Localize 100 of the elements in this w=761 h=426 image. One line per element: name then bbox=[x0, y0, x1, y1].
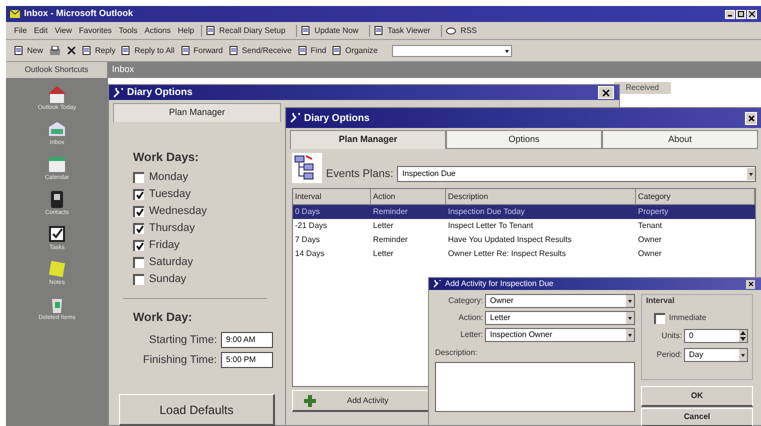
toolbar-button[interactable]: Organize bbox=[332, 44, 378, 56]
toolbar-button[interactable]: Send/Receive bbox=[228, 44, 292, 56]
load-defaults-button[interactable]: Load Defaults bbox=[119, 394, 275, 426]
toolbar-button[interactable]: New bbox=[14, 44, 44, 56]
checkbox[interactable] bbox=[654, 312, 665, 324]
table-cell-text: Reminder bbox=[372, 206, 409, 218]
add-activity-button[interactable]: Add Activity bbox=[292, 390, 430, 412]
dropdown[interactable]: Inspection Owner bbox=[485, 328, 635, 342]
page-icon bbox=[332, 46, 342, 55]
toolbar-button[interactable]: Task Viewer bbox=[369, 24, 434, 36]
table-cell-text: 7 Days bbox=[294, 234, 321, 246]
field-label: Finishing Time: bbox=[143, 352, 217, 368]
check-icon bbox=[136, 191, 144, 199]
checkbox-label: Monday bbox=[149, 170, 188, 185]
checkbox[interactable] bbox=[133, 206, 144, 216]
folder-title: Inbox bbox=[108, 62, 761, 78]
menu-item[interactable]: View bbox=[54, 24, 72, 36]
tab[interactable]: Options bbox=[446, 130, 602, 149]
check-icon bbox=[136, 225, 144, 233]
toolbar-button[interactable]: RSS bbox=[441, 24, 481, 36]
toolbar-button[interactable]: Find bbox=[298, 44, 326, 56]
field-value: 0 bbox=[688, 330, 694, 342]
events-plans-dropdown[interactable]: Inspection Due bbox=[397, 166, 756, 182]
tab[interactable]: Plan Manager bbox=[290, 130, 446, 149]
close-button[interactable] bbox=[598, 86, 614, 99]
page-icon bbox=[374, 26, 384, 35]
toolbar-button[interactable]: Forward bbox=[180, 44, 223, 56]
column-header[interactable]: Description bbox=[446, 189, 636, 205]
checkbox-label: Wednesday bbox=[149, 204, 207, 219]
page-icon bbox=[14, 46, 23, 55]
search-field[interactable] bbox=[392, 44, 512, 56]
field-value: Inspection Due bbox=[401, 168, 457, 180]
description-field[interactable] bbox=[435, 362, 635, 412]
page-icon bbox=[121, 46, 130, 55]
close-icon bbox=[748, 114, 754, 122]
tab[interactable]: Plan Manager bbox=[113, 103, 281, 122]
tree-diagram-icon bbox=[292, 153, 322, 183]
minimize-button[interactable] bbox=[725, 10, 735, 18]
table-row[interactable]: 0 Days Reminder Inspection Due Today Property bbox=[293, 205, 755, 219]
maximize-icon bbox=[738, 11, 744, 17]
checkbox[interactable] bbox=[133, 172, 144, 182]
menu-item[interactable]: Help bbox=[178, 24, 194, 36]
column-header: Received bbox=[614, 82, 671, 94]
column-header[interactable]: Category bbox=[636, 189, 755, 205]
toolbar-button[interactable]: Reply to All bbox=[121, 44, 174, 56]
menu-item[interactable]: Edit bbox=[34, 24, 48, 36]
table-cell-text: Tenant bbox=[637, 220, 664, 232]
close-icon bbox=[602, 88, 610, 96]
table-cell-text: 14 Days bbox=[294, 248, 326, 260]
toolbar-button[interactable]: Recall Diary Setup bbox=[201, 24, 290, 36]
menu-item[interactable]: Tools bbox=[118, 24, 138, 36]
cancel-button[interactable]: Cancel bbox=[641, 408, 753, 426]
close-button[interactable] bbox=[745, 112, 757, 124]
close-button[interactable] bbox=[747, 10, 757, 18]
field-label: Starting Time: bbox=[149, 333, 217, 348]
tray-icon bbox=[47, 119, 67, 139]
dropdown[interactable]: Letter bbox=[485, 311, 635, 325]
table-cell-text: Inspection Due Today bbox=[447, 206, 526, 218]
column-header[interactable]: Action bbox=[371, 189, 446, 205]
window-title: Diary Options bbox=[127, 86, 194, 100]
ok-button[interactable]: OK bbox=[641, 386, 753, 407]
units-spinner[interactable]: 0 bbox=[684, 329, 748, 343]
menu-item[interactable]: Actions bbox=[144, 24, 171, 36]
check-icon bbox=[136, 208, 144, 216]
table-cell-text: Letter bbox=[372, 220, 394, 232]
checkbox[interactable] bbox=[133, 188, 144, 200]
menu-item[interactable]: File bbox=[14, 24, 27, 36]
checkbox-label: Thursday bbox=[149, 220, 195, 236]
delete-icon bbox=[67, 46, 76, 55]
checklist-icon bbox=[47, 224, 67, 244]
pane-header: Outlook Shortcuts bbox=[6, 62, 108, 78]
checkbox[interactable] bbox=[133, 222, 144, 234]
field-label: Category: bbox=[447, 295, 483, 307]
window-title: Add Activity for Inspection Due bbox=[445, 278, 554, 290]
field-label: Action: bbox=[458, 312, 483, 324]
time-field[interactable]: 5:00 PM bbox=[221, 352, 273, 368]
time-field[interactable]: 9:00 AM bbox=[221, 332, 273, 348]
table-cell-text: Owner bbox=[637, 248, 663, 260]
checkbox[interactable] bbox=[133, 256, 144, 268]
menu-item[interactable]: Favorites bbox=[78, 24, 112, 36]
field-label: Period: bbox=[656, 349, 682, 361]
field-label: Events Plans: bbox=[326, 166, 394, 182]
dropdown[interactable]: Day bbox=[684, 348, 748, 362]
toolbar-button[interactable]: Reply bbox=[82, 44, 116, 56]
field-value: Inspection Owner bbox=[489, 329, 554, 341]
table-cell-text: -21 Days bbox=[294, 220, 328, 232]
page-icon bbox=[206, 26, 216, 35]
dropdown[interactable]: Owner bbox=[485, 294, 635, 308]
page-icon bbox=[82, 46, 92, 55]
table-cell-text: Property bbox=[637, 206, 670, 218]
table-cell-text: 0 Days bbox=[294, 206, 321, 218]
checkbox[interactable] bbox=[133, 274, 144, 284]
group-heading: Interval bbox=[646, 295, 676, 307]
maximize-button[interactable] bbox=[736, 10, 746, 18]
column-header[interactable]: Interval bbox=[293, 189, 371, 205]
printer-icon bbox=[49, 46, 62, 56]
toolbar-button[interactable]: Update Now bbox=[296, 24, 362, 36]
checkbox[interactable] bbox=[133, 240, 144, 250]
tab[interactable]: About bbox=[602, 130, 758, 149]
close-button[interactable] bbox=[746, 280, 755, 288]
